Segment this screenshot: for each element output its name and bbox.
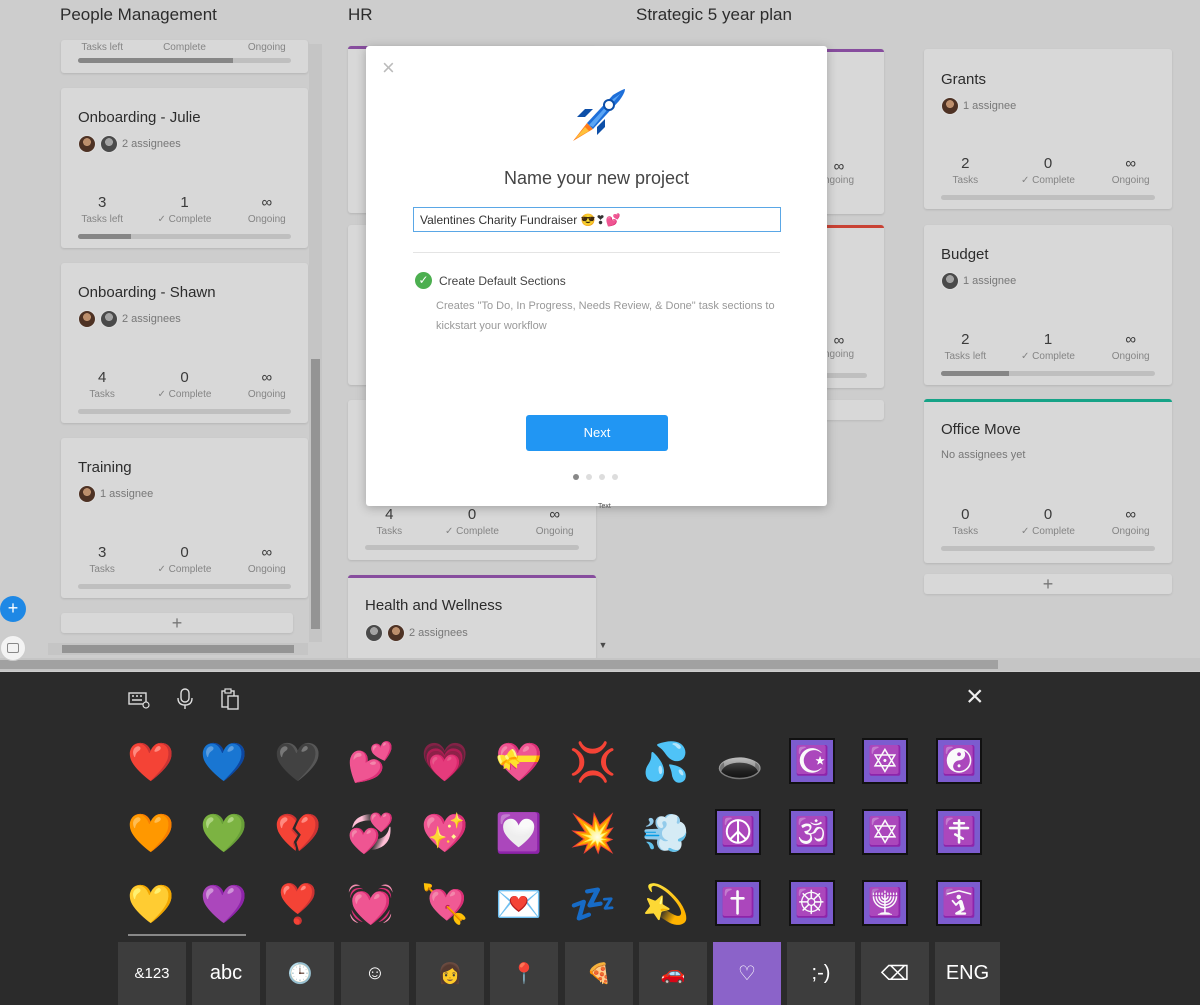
emoji-key[interactable]: ☪️ <box>789 738 835 784</box>
recent-tab-icon[interactable]: 🕒 <box>266 942 334 1005</box>
default-sections-description-line2: kickstart your workflow <box>436 320 547 332</box>
emoji-key[interactable]: ❤️ <box>126 738 176 788</box>
abc-key[interactable]: abc <box>192 942 260 1005</box>
next-button[interactable]: Next <box>526 415 668 451</box>
emoji-key[interactable]: ❣️ <box>273 880 323 930</box>
emoji-key[interactable]: 🕉️ <box>789 809 835 855</box>
emoji-key[interactable]: 🔯 <box>862 738 908 784</box>
emoji-key[interactable]: 💙 <box>199 738 249 788</box>
step-dot[interactable] <box>612 474 618 480</box>
places-tab-icon[interactable]: 📍 <box>490 942 558 1005</box>
numbers-key[interactable]: &123 <box>118 942 186 1005</box>
emoji-key[interactable]: ✡️ <box>862 809 908 855</box>
rocket-icon <box>573 89 625 141</box>
emoji-key[interactable]: 🧡 <box>126 809 176 859</box>
emoji-key[interactable]: 💚 <box>199 809 249 859</box>
emoji-key[interactable]: 🛐 <box>936 880 982 926</box>
emoji-key[interactable]: 💌 <box>494 880 544 930</box>
people-tab-icon[interactable]: 👩 <box>416 942 484 1005</box>
add-fab-button[interactable]: + <box>0 596 26 622</box>
emoji-key[interactable]: ☦️ <box>936 809 982 855</box>
emoji-key[interactable]: 💢 <box>568 738 618 788</box>
step-dot[interactable] <box>586 474 592 480</box>
category-indicator <box>128 934 246 936</box>
emoticon-tab-key[interactable]: ;-) <box>787 942 855 1005</box>
emoji-key[interactable]: ☸️ <box>789 880 835 926</box>
emoji-key[interactable]: 💨 <box>641 809 691 859</box>
emoji-key[interactable]: 🖤 <box>273 738 323 788</box>
close-icon[interactable]: × <box>382 57 395 79</box>
backspace-icon[interactable]: ⌫ <box>861 942 929 1005</box>
step-dot[interactable] <box>599 474 605 480</box>
emoji-key[interactable]: 💔 <box>273 809 323 859</box>
emoji-key[interactable]: 💝 <box>494 738 544 788</box>
travel-tab-icon[interactable]: 🚗 <box>639 942 707 1005</box>
microphone-icon[interactable] <box>176 688 194 715</box>
emoji-key[interactable]: 💘 <box>420 880 470 930</box>
check-circle-icon[interactable]: ✓ <box>415 272 432 289</box>
text-tag: Text <box>598 503 611 510</box>
archive-icon <box>7 643 19 653</box>
default-sections-description-line1: Creates "To Do, In Progress, Needs Revie… <box>436 300 775 312</box>
new-project-modal: × Name your new project ✓ Create Default… <box>366 46 827 506</box>
default-sections-label[interactable]: Create Default Sections <box>439 274 566 288</box>
emoji-key[interactable]: ☯️ <box>936 738 982 784</box>
emoji-key[interactable]: 💤 <box>568 880 618 930</box>
emoji-key[interactable]: 💖 <box>420 809 470 859</box>
divider <box>413 252 780 253</box>
emoji-key[interactable]: 💕 <box>346 738 396 788</box>
archive-button[interactable] <box>0 635 26 661</box>
emoji-key[interactable]: 💟 <box>494 809 544 859</box>
project-name-input[interactable] <box>413 207 781 232</box>
emoji-key[interactable]: 💓 <box>346 880 396 930</box>
step-indicator <box>573 474 618 480</box>
emoji-key[interactable]: 💫 <box>641 880 691 930</box>
heart-tab-icon[interactable]: ♡ <box>713 942 781 1005</box>
emoji-key[interactable]: 💗 <box>420 738 470 788</box>
keyboard-close-icon[interactable]: × <box>966 682 984 712</box>
emoji-key[interactable]: 💛 <box>126 880 176 930</box>
keyboard-settings-icon[interactable] <box>128 688 150 715</box>
modal-heading: Name your new project <box>503 168 690 188</box>
emoji-key[interactable]: 🕳️ <box>715 738 765 788</box>
emoji-key[interactable]: 🕎 <box>862 880 908 926</box>
smiley-tab-icon[interactable]: ☺ <box>341 942 409 1005</box>
step-dot-active[interactable] <box>573 474 579 480</box>
emoji-key[interactable]: 💜 <box>199 880 249 930</box>
emoji-key[interactable]: ☮️ <box>715 809 761 855</box>
language-key[interactable]: ENG <box>935 942 1000 1005</box>
emoji-key[interactable]: ✝️ <box>715 880 761 926</box>
food-tab-icon[interactable]: 🍕 <box>565 942 633 1005</box>
emoji-key[interactable]: 💦 <box>641 738 691 788</box>
emoji-key[interactable]: 💥 <box>568 809 618 859</box>
clipboard-icon[interactable] <box>220 688 240 715</box>
emoji-key[interactable]: 💞 <box>346 809 396 859</box>
